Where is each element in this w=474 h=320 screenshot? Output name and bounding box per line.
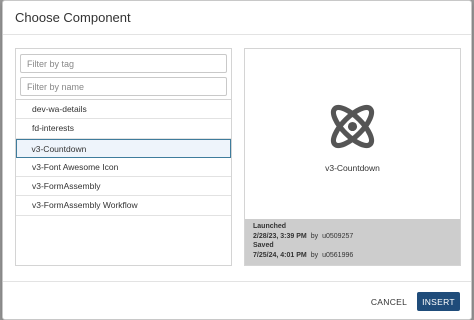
saved-by-label: by <box>310 251 319 259</box>
launched-label: Launched <box>253 223 287 230</box>
dialog-header: Choose Component <box>3 1 471 35</box>
component-list: dev-wa-details fd-interests v3-Countdown… <box>16 99 231 265</box>
preview-component-name: v3-Countdown <box>325 163 380 173</box>
saved-label: Saved <box>253 242 274 249</box>
list-item[interactable]: v3-FormAssembly <box>16 177 231 197</box>
saved-by-user: u0561996 <box>322 251 354 259</box>
launched-by-user: u0509257 <box>322 232 354 240</box>
launched-date: 2/28/23, 3:39 PM <box>253 232 307 240</box>
saved-info: 7/25/24, 4:01 PM by u0561996 <box>253 251 452 261</box>
saved-date: 7/25/24, 4:01 PM <box>253 251 307 259</box>
filter-by-tag-input[interactable] <box>20 54 227 73</box>
component-preview-panel: v3-Countdown Launched 2/28/23, 3:39 PM by… <box>244 48 461 266</box>
dialog-title: Choose Component <box>15 10 131 25</box>
launched-info: 2/28/23, 3:39 PM by u0509257 <box>253 232 452 242</box>
launched-by-label: by <box>310 232 319 240</box>
cancel-button[interactable]: CANCEL <box>366 293 412 311</box>
list-item[interactable]: v3-FormAssembly Workflow <box>16 196 231 216</box>
atom-icon <box>330 104 375 149</box>
dialog-footer: CANCEL INSERT <box>3 281 471 319</box>
choose-component-dialog: Choose Component dev-wa-details fd-inter… <box>2 0 472 320</box>
list-item[interactable]: v3-Countdown <box>16 138 231 158</box>
component-metadata: Launched 2/28/23, 3:39 PM by u0509257 Save… <box>245 219 460 265</box>
list-item[interactable]: v3-Font Awesome Icon <box>16 158 231 178</box>
filter-by-name-input[interactable] <box>20 77 227 96</box>
component-picker-panel: dev-wa-details fd-interests v3-Countdown… <box>15 48 232 266</box>
list-item[interactable]: dev-wa-details <box>16 100 231 120</box>
list-item[interactable]: fd-interests <box>16 119 231 139</box>
insert-button[interactable]: INSERT <box>417 292 460 311</box>
